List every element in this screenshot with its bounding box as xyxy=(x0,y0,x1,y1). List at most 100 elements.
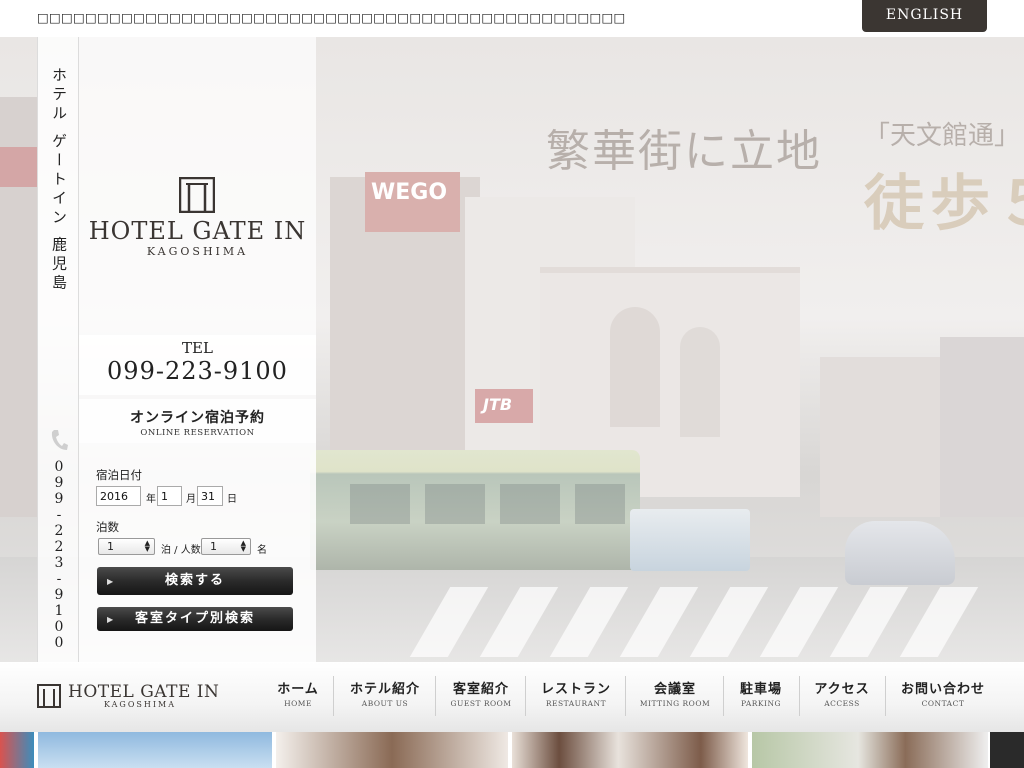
thumbnail-image[interactable] xyxy=(512,732,748,768)
hotel-gate-logo-icon xyxy=(178,176,216,214)
nav-item-guest-room[interactable]: 客室紹介 GUEST ROOM xyxy=(440,678,522,716)
nav-label-ja: アクセス xyxy=(814,682,870,697)
building-far-right-2 xyxy=(940,337,1024,517)
nav-divider xyxy=(723,676,724,716)
persons-unit: 名 xyxy=(257,545,267,556)
nav-item-restaurant[interactable]: レストラン RESTAURANT xyxy=(530,678,622,716)
nav-divider xyxy=(333,676,334,716)
nav-label-ja: 駐車場 xyxy=(739,682,782,697)
thumbnail-image[interactable] xyxy=(0,732,34,768)
month-input[interactable] xyxy=(157,486,182,506)
wego-sign-text: WEGO xyxy=(371,180,448,205)
stepper-arrows-icon: ▲ ▼ xyxy=(144,539,150,553)
jtb-sign-text: JTB xyxy=(483,395,513,414)
reservation-title: オンライン宿泊予約 xyxy=(130,410,265,426)
nav-item-about[interactable]: ホテル紹介 ABOUT US xyxy=(338,678,432,716)
thumbnail-image[interactable] xyxy=(38,732,272,768)
reservation-form: 宿泊日付 年 月 日 泊数 1 ▲▼ 泊 / 人数数 1 ▲▼ 名 ▶ 検索する xyxy=(79,443,316,662)
car xyxy=(845,521,955,585)
year-input[interactable] xyxy=(96,486,141,506)
play-arrow-icon: ▶ xyxy=(107,614,116,624)
nav-label-ja: 客室紹介 xyxy=(452,682,509,697)
nav-item-meeting-room[interactable]: 会議室 MITTING ROOM xyxy=(630,678,720,716)
nav-label-en: RESTAURANT xyxy=(545,699,607,708)
arch-window xyxy=(680,327,720,437)
nav-logo-subtext: KAGOSHIMA xyxy=(104,700,176,709)
nights-value: 1 xyxy=(107,540,114,553)
tel-number[interactable]: 099-223-9100 xyxy=(79,357,316,385)
nav-item-home[interactable]: ホーム HOME xyxy=(266,678,330,716)
thumbnail-image[interactable] xyxy=(990,732,1024,768)
nav-label-en: ABOUT US xyxy=(361,699,409,708)
persons-value: 1 xyxy=(210,540,217,553)
hero-subheadline: 「天文館通」 xyxy=(864,121,1021,151)
tram-window xyxy=(350,484,410,524)
tram-window xyxy=(575,484,625,524)
nav-label-ja: ホテル紹介 xyxy=(349,682,420,697)
tel-box: TEL 099-223-9100 xyxy=(79,335,316,395)
nights-label: 泊数 xyxy=(96,520,119,534)
persons-select[interactable]: 1 ▲ ▼ xyxy=(201,538,251,555)
checkin-date-label: 宿泊日付 xyxy=(96,468,142,482)
tram-window xyxy=(500,484,560,524)
nav-label-ja: お問い合わせ xyxy=(900,682,985,697)
main-navigation: HOTEL GATE IN KAGOSHIMA ホーム HOME ホテル紹介 A… xyxy=(0,662,1024,732)
hotel-logo-subtext: KAGOSHIMA xyxy=(146,245,249,258)
tel-label: TEL xyxy=(182,339,213,357)
bus xyxy=(630,509,750,571)
nav-label-en: PARKING xyxy=(740,699,782,708)
feature-thumbnail-strip xyxy=(0,732,1024,768)
reservation-subtitle: ONLINE RESERVATION xyxy=(140,428,255,438)
hotel-name-vertical: ホテル ゲートイン 鹿児島 xyxy=(50,67,68,294)
hotel-gate-logo-icon xyxy=(37,684,61,708)
nav-label-en: ACCESS xyxy=(824,699,860,708)
month-unit: 月 xyxy=(186,494,196,505)
reservation-panel: HOTEL GATE IN KAGOSHIMA TEL 099-223-9100… xyxy=(79,37,316,662)
english-button[interactable]: ENGLISH xyxy=(862,0,987,32)
play-arrow-icon: ▶ xyxy=(107,576,116,586)
day-input[interactable] xyxy=(197,486,223,506)
year-unit: 年 xyxy=(146,494,156,505)
day-unit: 日 xyxy=(227,494,237,505)
thumbnail-image[interactable] xyxy=(752,732,988,768)
hotel-logo-text[interactable]: HOTEL GATE IN xyxy=(79,217,316,245)
phone-number-vertical[interactable]: 099-223-9100 xyxy=(38,459,80,651)
nav-item-parking[interactable]: 駐車場 PARKING xyxy=(727,678,795,716)
top-bar: □□□□□□□□□□□□□□□□□□□□□□□□□□□□□□□□□□□□□□□□… xyxy=(0,0,1024,37)
nav-divider xyxy=(625,676,626,716)
hero-headline: 繁華街に立地 xyxy=(546,126,822,177)
room-type-button-label: 客室タイプ別検索 xyxy=(134,611,255,626)
streetcar xyxy=(310,450,640,570)
nav-item-contact[interactable]: お問い合わせ CONTACT xyxy=(890,678,996,716)
wego-sign: WEGO xyxy=(365,172,460,232)
nav-label-ja: レストラン xyxy=(540,682,611,697)
red-sign xyxy=(0,147,37,187)
tram-window xyxy=(425,484,485,524)
stepper-arrows-icon: ▲ ▼ xyxy=(240,539,246,553)
nav-divider xyxy=(885,676,886,716)
nav-label-ja: ホーム xyxy=(277,682,319,697)
nav-divider xyxy=(799,676,800,716)
nav-label-en: HOME xyxy=(284,699,312,708)
hero-banner: WEGO JTB 繁華街に立地 「天文館通」 徒歩５ ホテル ゲートイン 鹿児島… xyxy=(0,37,1024,662)
search-button-label: 検索する xyxy=(164,573,225,588)
nav-divider xyxy=(435,676,436,716)
nights-select[interactable]: 1 ▲ ▼ xyxy=(98,538,155,555)
phone-icon xyxy=(50,429,68,451)
nav-label-en: CONTACT xyxy=(921,699,965,708)
nav-divider xyxy=(525,676,526,716)
room-type-search-button[interactable]: ▶ 客室タイプ別検索 xyxy=(97,607,293,631)
arch-window xyxy=(610,307,660,427)
nav-logo-text[interactable]: HOTEL GATE IN xyxy=(68,682,219,702)
nav-item-access[interactable]: アクセス ACCESS xyxy=(804,678,880,716)
thumbnail-image[interactable] xyxy=(276,732,508,768)
site-tagline: □□□□□□□□□□□□□□□□□□□□□□□□□□□□□□□□□□□□□□□□… xyxy=(37,10,626,25)
jtb-sign: JTB xyxy=(475,389,533,423)
nav-label-en: MITTING ROOM xyxy=(639,699,711,708)
nav-label-ja: 会議室 xyxy=(653,682,696,697)
nav-label-en: GUEST ROOM xyxy=(450,699,512,708)
search-button[interactable]: ▶ 検索する xyxy=(97,567,293,595)
reservation-heading: オンライン宿泊予約 ONLINE RESERVATION xyxy=(79,399,316,443)
vertical-info-strip: ホテル ゲートイン 鹿児島 099-223-9100 xyxy=(37,37,79,662)
hero-walk-text: 徒歩５ xyxy=(864,169,1024,239)
